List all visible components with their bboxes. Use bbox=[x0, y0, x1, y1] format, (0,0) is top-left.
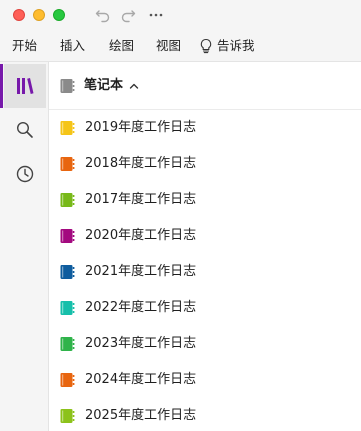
notebook-icon bbox=[60, 193, 75, 207]
notebook-icon bbox=[60, 157, 75, 171]
notebook-item[interactable]: 2025年度工作日志 bbox=[49, 398, 361, 431]
notebook-label: 2024年度工作日志 bbox=[85, 372, 197, 387]
redo-icon[interactable] bbox=[119, 5, 137, 23]
zoom-button[interactable] bbox=[53, 9, 65, 21]
recent-clock-icon bbox=[16, 165, 34, 183]
title-bar bbox=[0, 0, 361, 30]
notebook-label: 2023年度工作日志 bbox=[85, 336, 197, 351]
recent-button[interactable] bbox=[4, 152, 46, 196]
notebook-icon bbox=[60, 409, 75, 423]
notebook-label: 2025年度工作日志 bbox=[85, 408, 197, 423]
notebooks-button[interactable] bbox=[0, 64, 46, 108]
notebook-label: 2018年度工作日志 bbox=[85, 156, 197, 171]
notebook-label: 2021年度工作日志 bbox=[85, 264, 197, 279]
lightbulb-icon bbox=[200, 38, 212, 54]
notebook-item[interactable]: 2022年度工作日志 bbox=[49, 290, 361, 326]
notebook-item[interactable]: 2023年度工作日志 bbox=[49, 326, 361, 362]
chevron-up-icon bbox=[129, 83, 139, 89]
notebook-item[interactable]: 2020年度工作日志 bbox=[49, 218, 361, 254]
notebook-icon bbox=[60, 265, 75, 279]
notebooks-header[interactable]: 笔记本 bbox=[49, 62, 361, 110]
notebook-label: 2019年度工作日志 bbox=[85, 120, 197, 135]
notebook-item[interactable]: 2017年度工作日志 bbox=[49, 182, 361, 218]
navigation-rail bbox=[0, 62, 49, 431]
notebooks-icon bbox=[17, 78, 34, 94]
menu-insert[interactable]: 插入 bbox=[60, 38, 85, 54]
notebook-item[interactable]: 2019年度工作日志 bbox=[49, 110, 361, 146]
close-button[interactable] bbox=[13, 9, 25, 21]
menu-view[interactable]: 视图 bbox=[156, 38, 181, 54]
menu-tell-me[interactable]: 告诉我 bbox=[199, 38, 255, 54]
notebook-label: 2022年度工作日志 bbox=[85, 300, 197, 315]
notebook-icon bbox=[60, 337, 75, 351]
notebooks-header-label: 笔记本 bbox=[84, 77, 124, 93]
search-button[interactable] bbox=[4, 108, 46, 152]
minimize-button[interactable] bbox=[33, 9, 45, 21]
menu-home[interactable]: 开始 bbox=[12, 38, 37, 54]
notebook-item[interactable]: 2018年度工作日志 bbox=[49, 146, 361, 182]
search-icon bbox=[16, 121, 33, 138]
notebook-icon bbox=[60, 373, 75, 387]
notebook-header-icon bbox=[60, 78, 75, 93]
notebook-icon bbox=[60, 229, 75, 243]
ribbon-menu: 开始 插入 绘图 视图 告诉我 bbox=[0, 30, 361, 62]
menu-draw[interactable]: 绘图 bbox=[109, 38, 134, 54]
more-icon[interactable] bbox=[147, 5, 165, 23]
notebook-list: 2019年度工作日志 2018年度工作日志 2017年度工作日志 2020年度工作日志… bbox=[49, 110, 361, 431]
menu-tell-me-label: 告诉我 bbox=[217, 38, 255, 53]
notebook-icon bbox=[60, 121, 75, 135]
notebooks-pane: 笔记本 2019年度工作日志 2018年度工作日志 2017年度工作日志 2020年度… bbox=[49, 62, 361, 431]
notebook-item[interactable]: 2024年度工作日志 bbox=[49, 362, 361, 398]
notebook-label: 2017年度工作日志 bbox=[85, 192, 197, 207]
notebook-item[interactable]: 2021年度工作日志 bbox=[49, 254, 361, 290]
notebook-label: 2020年度工作日志 bbox=[85, 228, 197, 243]
undo-icon[interactable] bbox=[94, 5, 112, 23]
notebook-icon bbox=[60, 301, 75, 315]
